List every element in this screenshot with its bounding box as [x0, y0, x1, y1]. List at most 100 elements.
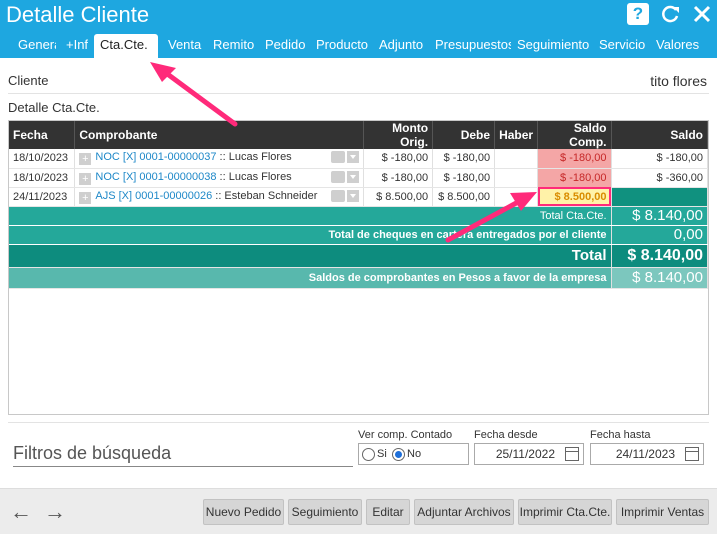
cell-comprobante: + NOC [X] 0001-00000038 :: Lucas Flores	[74, 168, 364, 188]
chevron-down-icon[interactable]	[346, 170, 359, 183]
col-haber[interactable]: Haber	[494, 121, 539, 149]
cell-saldo-comp: $ -180,00	[537, 149, 612, 169]
tab-general[interactable]: Genera	[18, 34, 56, 58]
cell-comprobante: + AJS [X] 0001-00000026 :: Esteban Schnei…	[74, 187, 364, 207]
ver-comp-radio-group: Si No	[358, 443, 469, 465]
total-ctacte-value: $ 8.140,00	[611, 206, 708, 226]
expand-icon[interactable]: +	[79, 172, 92, 185]
total-label: Total	[9, 244, 612, 268]
annotation-arrow-tab	[159, 67, 238, 127]
col-saldo[interactable]: Saldo	[611, 121, 708, 149]
table-row[interactable]: 18/10/2023 + NOC [X] 0001-00000038 :: Luc…	[9, 168, 708, 188]
cliente-label: Cliente	[8, 73, 49, 88]
fecha-desde-input[interactable]: 25/11/2022	[474, 443, 584, 465]
radio-si-label: Si	[377, 448, 387, 460]
total-row: Total $ 8.140,00	[9, 244, 708, 268]
comprobante-link[interactable]: NOC [X] 0001-00000037	[95, 151, 216, 163]
fecha-hasta-input[interactable]: 24/11/2023	[590, 443, 704, 465]
comprobante-name: :: Esteban Schneider	[215, 189, 318, 202]
cell-saldo	[611, 187, 708, 207]
cell-haber	[494, 187, 539, 207]
tab-cta-cte[interactable]: Cta.Cte.	[94, 34, 158, 58]
section-label: Detalle Cta.Cte.	[8, 100, 100, 115]
tab-valores[interactable]: Valores	[656, 34, 706, 58]
tab-mas-info[interactable]: +Inf	[66, 34, 94, 58]
col-comprobante[interactable]: Comprobante	[74, 121, 364, 149]
fecha-hasta-label: Fecha hasta	[590, 429, 651, 441]
footer-bar: ← → Nuevo Pedido Seguimiento Editar Adju…	[0, 488, 717, 534]
radio-no[interactable]	[392, 448, 405, 461]
help-icon[interactable]: ?	[627, 3, 649, 25]
col-monto-orig[interactable]: Monto Orig.	[363, 121, 434, 149]
table-row[interactable]: 18/10/2023 + NOC [X] 0001-00000037 :: Luc…	[9, 149, 708, 169]
cell-fecha: 18/10/2023	[9, 149, 76, 169]
col-saldo-comp[interactable]: Saldo Comp.	[537, 121, 612, 149]
col-debe[interactable]: Debe	[432, 121, 496, 149]
tab-seguimiento[interactable]: Seguimiento	[517, 34, 591, 58]
calendar-icon[interactable]	[565, 447, 579, 461]
cell-monto: $ -180,00	[363, 168, 434, 188]
cell-saldo: $ -180,00	[611, 149, 708, 169]
annotation-arrowhead-tab	[150, 62, 176, 82]
arrow-right-icon[interactable]: →	[44, 499, 66, 525]
cell-debe: $ -180,00	[432, 168, 496, 188]
expand-icon[interactable]: +	[79, 191, 92, 204]
cheques-value: 0,00	[611, 225, 708, 245]
cell-monto: $ 8.500,00	[363, 187, 434, 207]
cheques-label: Total de cheques en cartera entregados p…	[9, 225, 612, 245]
view-icon[interactable]	[330, 189, 345, 202]
expand-icon[interactable]: +	[79, 153, 92, 166]
comprobante-link[interactable]: AJS [X] 0001-00000026	[95, 190, 212, 202]
fecha-hasta-value: 24/11/2023	[615, 447, 675, 461]
cliente-value: tito flores	[650, 73, 707, 89]
cell-saldo-comp: $ -180,00	[537, 168, 612, 188]
tab-remitos[interactable]: Remito	[213, 34, 257, 58]
table-row[interactable]: 24/11/2023 + AJS [X] 0001-00000026 :: Est…	[9, 187, 708, 207]
tab-presupuestos[interactable]: Presupuestos	[435, 34, 511, 58]
arrow-left-icon[interactable]: ←	[10, 499, 32, 525]
col-fecha[interactable]: Fecha	[9, 121, 76, 149]
tab-pedidos[interactable]: Pedido	[265, 34, 307, 58]
cta-cte-table-panel: Fecha Comprobante Monto Orig. Debe Haber…	[8, 120, 709, 415]
comprobante-link[interactable]: NOC [X] 0001-00000038	[95, 171, 216, 183]
adjuntar-archivos-button[interactable]: Adjuntar Archivos	[414, 499, 514, 525]
tab-adjuntos[interactable]: Adjunto	[379, 34, 425, 58]
cell-fecha: 18/10/2023	[9, 168, 76, 188]
view-icon[interactable]	[330, 170, 345, 183]
calendar-icon[interactable]	[685, 447, 699, 461]
ver-comp-label: Ver comp. Contado	[358, 429, 453, 441]
tab-productos[interactable]: Producto	[316, 34, 368, 58]
comprobante-name: :: Lucas Flores	[219, 151, 292, 164]
seguimiento-button[interactable]: Seguimiento	[288, 499, 362, 525]
table-header-row: Fecha Comprobante Monto Orig. Debe Haber…	[9, 121, 708, 149]
fecha-desde-value: 25/11/2022	[495, 447, 555, 461]
divider	[8, 93, 709, 94]
total-ctacte-label: Total Cta.Cte.	[9, 206, 612, 226]
nuevo-pedido-button[interactable]: Nuevo Pedido	[203, 499, 284, 525]
radio-si[interactable]	[362, 448, 375, 461]
detalle-cliente-window: Detalle Cliente ? Genera +Inf Cta.Cte. V…	[0, 0, 717, 534]
chevron-down-icon[interactable]	[346, 189, 359, 202]
imprimir-ctacte-button[interactable]: Imprimir Cta.Cte.	[518, 499, 612, 525]
view-icon[interactable]	[330, 151, 345, 164]
cell-debe: $ -180,00	[432, 149, 496, 169]
comprobante-name: :: Lucas Flores	[219, 170, 292, 183]
tab-bar: Genera +Inf Cta.Cte. Venta Remito Pedido…	[0, 34, 717, 58]
chevron-down-icon[interactable]	[346, 151, 359, 164]
cell-haber	[494, 149, 539, 169]
cell-saldo-comp-highlighted: $ 8.500,00	[537, 187, 612, 207]
header-bar: Detalle Cliente ? Genera +Inf Cta.Cte. V…	[0, 0, 717, 58]
cell-monto: $ -180,00	[363, 149, 434, 169]
imprimir-ventas-button[interactable]: Imprimir Ventas	[616, 499, 709, 525]
editar-button[interactable]: Editar	[366, 499, 410, 525]
tab-ventas[interactable]: Venta	[168, 34, 202, 58]
cta-cte-table: Fecha Comprobante Monto Orig. Debe Haber…	[9, 121, 708, 289]
cell-fecha: 24/11/2023	[9, 187, 76, 207]
filters-title: Filtros de búsqueda	[13, 443, 353, 467]
total-ctacte-row: Total Cta.Cte. $ 8.140,00	[9, 206, 708, 226]
close-icon[interactable]	[691, 3, 713, 25]
refresh-icon[interactable]	[659, 3, 681, 25]
cell-comprobante: + NOC [X] 0001-00000037 :: Lucas Flores	[74, 149, 364, 169]
tab-servicios[interactable]: Servicio	[599, 34, 645, 58]
saldos-label: Saldos de comprobantes en Pesos a favor …	[9, 267, 612, 289]
